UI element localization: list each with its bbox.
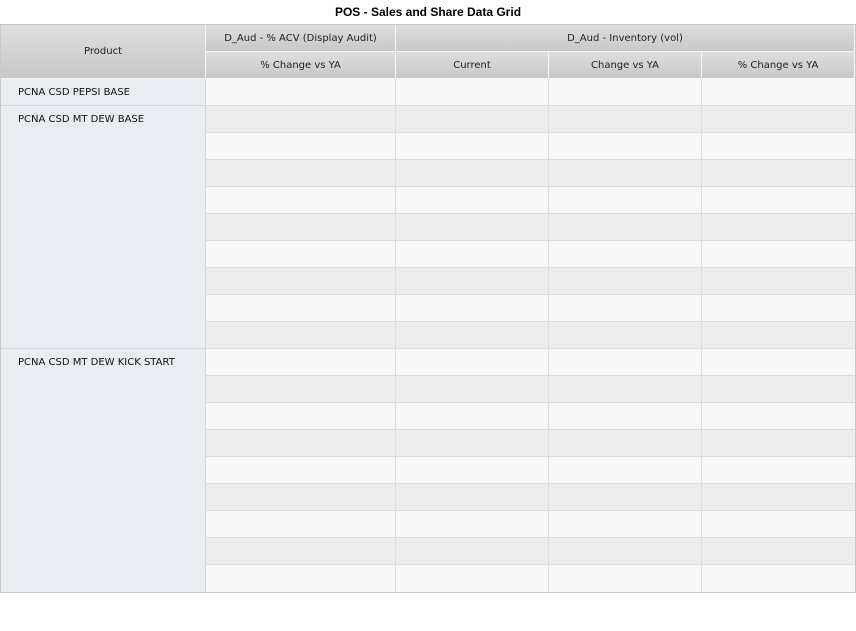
table-cell[interactable] <box>549 403 702 430</box>
table-cell[interactable] <box>549 214 702 241</box>
table-cell[interactable] <box>702 160 855 187</box>
table-cell[interactable] <box>396 268 549 295</box>
header-group-inventory[interactable]: D_Aud - Inventory (vol) <box>396 25 855 52</box>
table-cell[interactable] <box>549 484 702 511</box>
table-cell[interactable] <box>549 295 702 322</box>
table-cell[interactable] <box>396 511 549 538</box>
table-cell[interactable] <box>549 322 702 349</box>
table-cell[interactable] <box>396 295 549 322</box>
product-cell: PCNA CSD MT DEW KICK START <box>1 349 206 592</box>
table-cell[interactable] <box>206 457 396 484</box>
table-cell[interactable] <box>396 484 549 511</box>
header-inv-pct-change-label: % Change vs YA <box>737 59 819 71</box>
table-cell[interactable] <box>702 106 855 133</box>
table-cell[interactable] <box>549 133 702 160</box>
table-cell[interactable] <box>206 79 396 106</box>
table-cell[interactable] <box>396 457 549 484</box>
table-cell[interactable] <box>396 403 549 430</box>
page-title: POS - Sales and Share Data Grid <box>334 5 522 19</box>
table-cell[interactable] <box>206 376 396 403</box>
table-cell[interactable] <box>549 268 702 295</box>
table-cell[interactable] <box>549 457 702 484</box>
header-inv-change[interactable]: Change vs YA <box>549 52 702 79</box>
table-cell[interactable] <box>549 538 702 565</box>
table-cell[interactable] <box>702 511 855 538</box>
header-group-inventory-label: D_Aud - Inventory (vol) <box>567 32 683 44</box>
table-cell[interactable] <box>206 295 396 322</box>
table-cell[interactable] <box>549 160 702 187</box>
table-cell[interactable] <box>396 214 549 241</box>
table-cell[interactable] <box>396 430 549 457</box>
table-cell[interactable] <box>396 376 549 403</box>
table-cell[interactable] <box>206 538 396 565</box>
product-cell: PCNA CSD PEPSI BASE <box>1 79 206 106</box>
table-cell[interactable] <box>206 268 396 295</box>
table-cell[interactable] <box>702 322 855 349</box>
table-cell[interactable] <box>396 565 549 592</box>
product-name: PCNA CSD MT DEW BASE <box>18 114 145 125</box>
table-cell[interactable] <box>396 133 549 160</box>
header-acv-change-label: % Change vs YA <box>260 59 341 71</box>
table-cell[interactable] <box>206 241 396 268</box>
table-cell[interactable] <box>702 241 855 268</box>
table-cell[interactable] <box>549 79 702 106</box>
header-inv-change-label: Change vs YA <box>591 59 659 71</box>
table-cell[interactable] <box>396 160 549 187</box>
table-cell[interactable] <box>702 457 855 484</box>
table-cell[interactable] <box>702 430 855 457</box>
table-cell[interactable] <box>206 565 396 592</box>
product-cell: PCNA CSD MT DEW BASE <box>1 106 206 349</box>
table-cell[interactable] <box>206 160 396 187</box>
table-cell[interactable] <box>206 403 396 430</box>
header-product-label: Product <box>84 46 122 57</box>
table-cell[interactable] <box>206 484 396 511</box>
header-inv-pct-change[interactable]: % Change vs YA <box>702 52 855 79</box>
table-cell[interactable] <box>396 322 549 349</box>
table-cell[interactable] <box>702 565 855 592</box>
table-cell[interactable] <box>206 322 396 349</box>
table-cell[interactable] <box>702 79 855 106</box>
data-grid: Product D_Aud - % ACV (Display Audit) D_… <box>0 24 856 593</box>
header-group-acv-label: D_Aud - % ACV (Display Audit) <box>224 32 377 44</box>
header-product[interactable]: Product <box>1 25 206 79</box>
table-cell[interactable] <box>206 187 396 214</box>
table-cell[interactable] <box>549 187 702 214</box>
table-cell[interactable] <box>396 106 549 133</box>
table-cell[interactable] <box>702 187 855 214</box>
table-cell[interactable] <box>206 106 396 133</box>
table-cell[interactable] <box>549 376 702 403</box>
table-cell[interactable] <box>702 403 855 430</box>
table-cell[interactable] <box>702 376 855 403</box>
table-cell[interactable] <box>206 349 396 376</box>
table-cell[interactable] <box>702 295 855 322</box>
table-cell[interactable] <box>702 349 855 376</box>
table-cell[interactable] <box>549 241 702 268</box>
table-cell[interactable] <box>549 430 702 457</box>
table-cell[interactable] <box>702 268 855 295</box>
table-cell[interactable] <box>396 241 549 268</box>
table-cell[interactable] <box>702 484 855 511</box>
table-cell[interactable] <box>396 79 549 106</box>
table-cell[interactable] <box>396 538 549 565</box>
table-cell[interactable] <box>396 187 549 214</box>
table-cell[interactable] <box>549 106 702 133</box>
table-cell[interactable] <box>206 511 396 538</box>
table-cell[interactable] <box>549 349 702 376</box>
table-cell[interactable] <box>396 349 549 376</box>
table-cell[interactable] <box>206 430 396 457</box>
header-inv-current[interactable]: Current <box>396 52 549 79</box>
header-acv-change[interactable]: % Change vs YA <box>206 52 396 79</box>
header-inv-current-label: Current <box>453 59 491 71</box>
table-cell[interactable] <box>206 214 396 241</box>
table-cell[interactable] <box>702 538 855 565</box>
table-cell[interactable] <box>206 133 396 160</box>
header-group-acv[interactable]: D_Aud - % ACV (Display Audit) <box>206 25 396 52</box>
table-cell[interactable] <box>702 133 855 160</box>
table-cell[interactable] <box>702 214 855 241</box>
product-name: PCNA CSD MT DEW KICK START <box>18 357 175 368</box>
table-cell[interactable] <box>549 511 702 538</box>
product-name: PCNA CSD PEPSI BASE <box>18 87 130 98</box>
table-cell[interactable] <box>549 565 702 592</box>
